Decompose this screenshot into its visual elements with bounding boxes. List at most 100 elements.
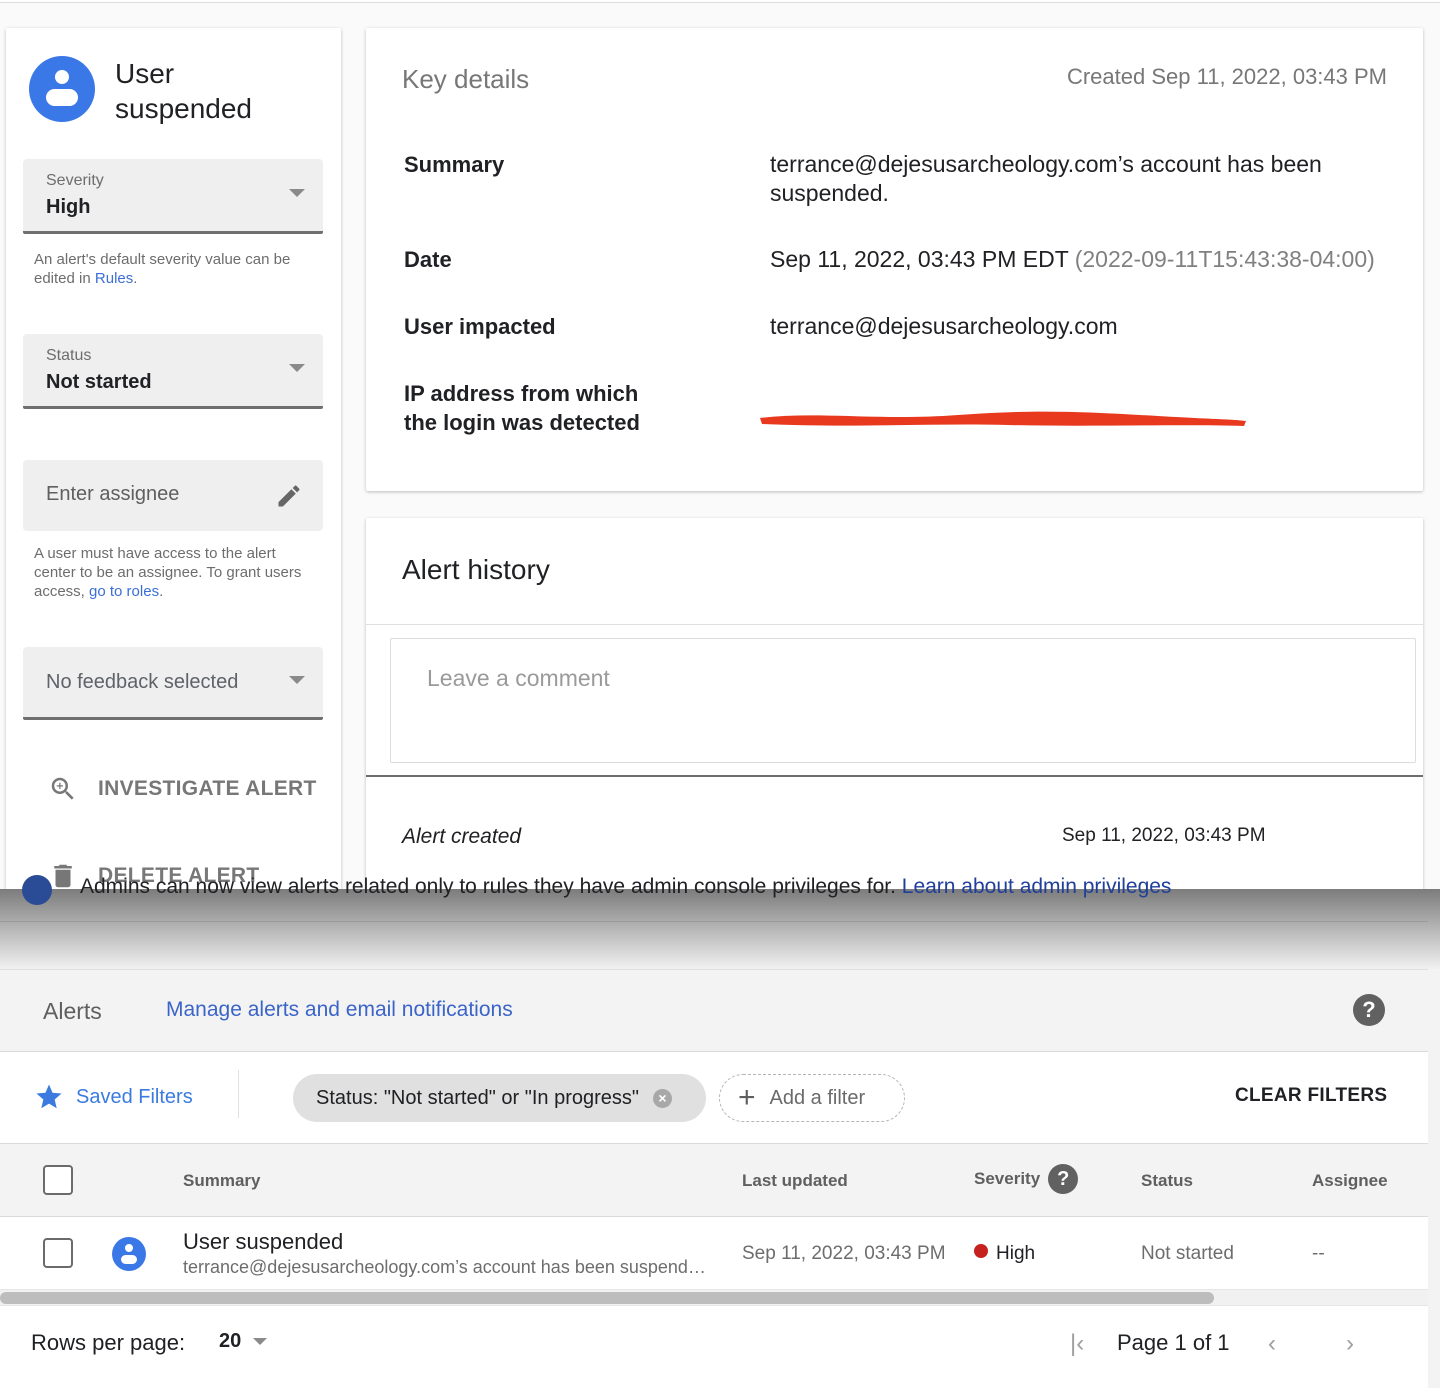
trash-icon bbox=[54, 864, 72, 888]
plus-icon: + bbox=[738, 1081, 756, 1114]
row-severity-text: High bbox=[996, 1243, 1036, 1264]
assignee-placeholder: Enter assignee bbox=[46, 483, 180, 505]
alerts-list: Alerts Manage alerts and email notificat… bbox=[0, 969, 1428, 1388]
severity-helper-prefix: An alert's default severity value can be… bbox=[34, 251, 291, 287]
investigate-alert-label: INVESTIGATE ALERT bbox=[98, 777, 317, 800]
severity-helper-text: An alert's default severity value can be… bbox=[34, 250, 319, 288]
saved-filters-label: Saved Filters bbox=[76, 1085, 193, 1108]
feedback-value: No feedback selected bbox=[46, 671, 239, 693]
zoom-in-icon bbox=[51, 777, 74, 800]
divider bbox=[366, 624, 1423, 625]
severity-value: High bbox=[46, 196, 91, 218]
rows-per-page-value: 20 bbox=[219, 1330, 242, 1352]
alert-title: User suspended bbox=[115, 58, 253, 124]
status-filter-chip[interactable]: Status: "Not started" or "In progress" × bbox=[293, 1074, 706, 1122]
row-status: Not started bbox=[1141, 1243, 1234, 1264]
row-severity: High bbox=[974, 1243, 1035, 1265]
star-icon bbox=[36, 1084, 62, 1109]
previous-page-icon[interactable]: ‹ bbox=[1268, 1330, 1276, 1358]
info-banner: Admins can now view alerts related only … bbox=[80, 875, 1171, 899]
assignee-input[interactable]: Enter assignee bbox=[23, 460, 323, 531]
feedback-select[interactable]: No feedback selected bbox=[23, 647, 323, 720]
rows-per-page-select[interactable]: 20 bbox=[219, 1330, 268, 1353]
pencil-icon[interactable] bbox=[275, 482, 303, 510]
user-alert-icon bbox=[29, 56, 95, 122]
date-value: Sep 11, 2022, 03:43 PM EDT (2022-09-11T1… bbox=[770, 245, 1430, 274]
scrollbar-thumb[interactable] bbox=[0, 1292, 1214, 1304]
user-impacted-label: User impacted bbox=[404, 314, 556, 339]
row-checkbox[interactable] bbox=[43, 1238, 73, 1268]
row-assignee: -- bbox=[1312, 1243, 1325, 1264]
key-details-title: Key details bbox=[402, 64, 530, 94]
column-severity-label: Severity bbox=[974, 1169, 1041, 1188]
alert-history-card: Alert history Alert created Sep 11, 2022… bbox=[366, 518, 1423, 889]
column-assignee[interactable]: Assignee bbox=[1312, 1171, 1388, 1191]
alerts-header: Alerts Manage alerts and email notificat… bbox=[0, 969, 1428, 1052]
admin-privileges-link[interactable]: Learn about admin privileges bbox=[902, 875, 1172, 898]
clear-filters-button[interactable]: CLEAR FILTERS bbox=[1235, 1085, 1387, 1107]
filter-bar: Saved Filters Status: "Not started" or "… bbox=[0, 1052, 1428, 1144]
redaction-mark bbox=[760, 411, 1246, 426]
first-page-icon[interactable]: |‹ bbox=[1070, 1330, 1084, 1358]
summary-label: Summary bbox=[404, 152, 505, 177]
assignee-helper-suffix: . bbox=[159, 583, 164, 600]
banner-text: Admins can now view alerts related only … bbox=[80, 875, 896, 898]
assignee-helper-text: A user must have access to the alert cen… bbox=[34, 544, 319, 601]
column-status[interactable]: Status bbox=[1141, 1171, 1193, 1191]
severity-label: Severity bbox=[46, 172, 104, 189]
date-iso: (2022-09-11T15:43:38-04:00) bbox=[1074, 246, 1375, 272]
severity-dot-icon bbox=[974, 1244, 988, 1258]
key-details-card: Key details Created Sep 11, 2022, 03:43 … bbox=[366, 28, 1423, 491]
banner-edge bbox=[0, 921, 1428, 922]
manage-alerts-link[interactable]: Manage alerts and email notifications bbox=[166, 998, 513, 1022]
saved-filters-button[interactable]: Saved Filters bbox=[34, 1082, 193, 1112]
status-select[interactable]: Status Not started bbox=[23, 334, 323, 409]
table-row[interactable]: User suspended terrance@dejesusarcheolog… bbox=[0, 1217, 1428, 1289]
dropdown-caret-icon bbox=[289, 676, 305, 684]
user-impacted-value: terrance@dejesusarcheology.com bbox=[770, 313, 1118, 339]
table-header: Summary Last updated Severity? Status As… bbox=[0, 1144, 1428, 1217]
summary-value: terrance@dejesusarcheology.com’s account… bbox=[770, 151, 1322, 206]
created-timestamp: Created Sep 11, 2022, 03:43 PM bbox=[1066, 64, 1387, 89]
history-event: Alert created bbox=[402, 825, 522, 848]
add-filter-button[interactable]: + Add a filter bbox=[719, 1074, 905, 1122]
history-event-time: Sep 11, 2022, 03:43 PM bbox=[1062, 825, 1266, 846]
horizontal-scrollbar[interactable] bbox=[0, 1289, 1428, 1306]
page-indicator: Page 1 of 1 bbox=[1117, 1330, 1230, 1355]
user-alert-icon bbox=[112, 1237, 146, 1271]
rules-link[interactable]: Rules bbox=[95, 270, 133, 287]
alert-list-page: Admins can now view alerts related only … bbox=[0, 875, 1440, 1388]
severity-select[interactable]: Severity High bbox=[23, 159, 323, 234]
top-divider bbox=[0, 0, 1440, 3]
severity-help-icon[interactable]: ? bbox=[1048, 1164, 1079, 1194]
divider bbox=[238, 1070, 239, 1118]
ip-address-label: IP address from which the login was dete… bbox=[404, 381, 640, 435]
remove-filter-icon[interactable]: × bbox=[652, 1088, 672, 1108]
row-subtitle: terrance@dejesusarcheology.com’s account… bbox=[183, 1257, 708, 1277]
date-local: Sep 11, 2022, 03:43 PM EDT bbox=[770, 246, 1069, 272]
status-value: Not started bbox=[46, 371, 152, 393]
divider bbox=[366, 775, 1423, 777]
column-severity[interactable]: Severity? bbox=[974, 1164, 1079, 1194]
select-all-checkbox[interactable] bbox=[43, 1165, 73, 1195]
date-label: Date bbox=[404, 247, 452, 272]
alerts-title: Alerts bbox=[43, 998, 102, 1024]
comment-input[interactable] bbox=[390, 638, 1416, 763]
help-icon[interactable]: ? bbox=[1353, 994, 1385, 1026]
go-to-roles-link[interactable]: go to roles bbox=[89, 583, 159, 600]
row-title: User suspended bbox=[183, 1229, 344, 1254]
assignee-helper-prefix: A user must have access to the alert cen… bbox=[34, 545, 302, 600]
investigate-alert-button[interactable]: INVESTIGATE ALERT bbox=[48, 774, 317, 804]
next-page-icon[interactable]: › bbox=[1346, 1330, 1354, 1358]
status-filter-label: Status: "Not started" or "In progress" bbox=[316, 1086, 639, 1109]
dropdown-caret-icon bbox=[253, 1338, 268, 1345]
alert-sidebar-card bbox=[6, 28, 341, 889]
status-label: Status bbox=[46, 347, 92, 364]
rows-per-page-label: Rows per page: bbox=[31, 1330, 186, 1355]
row-last-updated: Sep 11, 2022, 03:43 PM bbox=[742, 1243, 946, 1264]
column-summary[interactable]: Summary bbox=[183, 1171, 260, 1191]
pagination-bar: Rows per page: 20 |‹ Page 1 of 1 ‹ › bbox=[0, 1306, 1428, 1388]
column-last-updated[interactable]: Last updated bbox=[742, 1171, 848, 1191]
overlay-shadow: Admins can now view alerts related only … bbox=[0, 875, 1440, 969]
dropdown-caret-icon bbox=[289, 189, 305, 197]
